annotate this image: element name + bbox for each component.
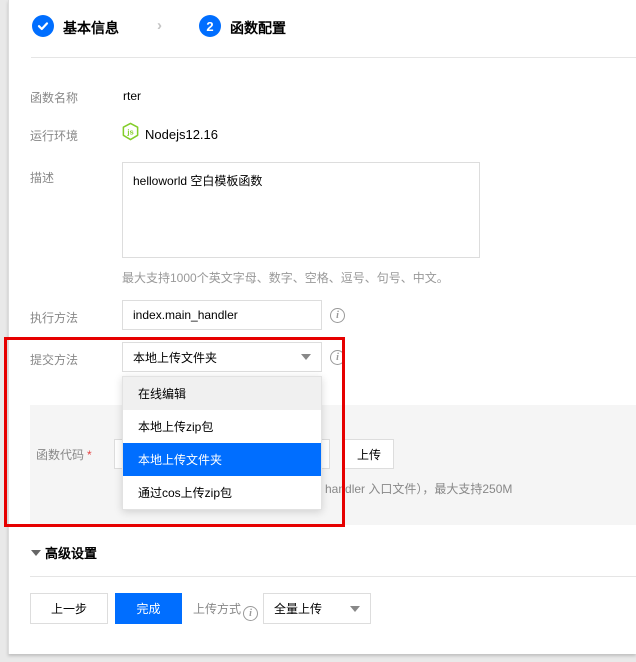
- check-icon: [37, 20, 49, 32]
- submit-method-info-icon[interactable]: i: [330, 350, 345, 365]
- step2-label: 函数配置: [230, 18, 286, 38]
- name-label: 函数名称: [30, 89, 78, 106]
- submit-method-value: 本地上传文件夹: [133, 349, 217, 366]
- upload-mode-value: 全量上传: [274, 600, 322, 617]
- runtime-value: Nodejs12.16: [145, 127, 218, 142]
- code-tip: handler 入口文件），最大支持250M: [325, 480, 512, 497]
- chevron-down-icon: [301, 354, 311, 360]
- description-hint: 最大支持1000个英文字母、数字、空格、逗号、句号、中文。: [122, 269, 449, 286]
- triangle-down-icon: [31, 550, 41, 556]
- step2-circle: 2: [199, 15, 221, 37]
- step1-done-circle: [32, 15, 54, 37]
- header-divider: [31, 57, 636, 58]
- step1-label: 基本信息: [63, 18, 119, 38]
- handler-label: 执行方法: [30, 309, 78, 326]
- upload-mode-label: 上传方式i: [193, 600, 258, 621]
- footer-divider: [30, 576, 636, 577]
- handler-info-icon[interactable]: i: [330, 308, 345, 323]
- upload-mode-label-text: 上传方式: [193, 602, 241, 616]
- dropdown-option-online-edit[interactable]: 在线编辑: [123, 377, 321, 410]
- description-label: 描述: [30, 169, 54, 186]
- content-card: 基本信息 › 2 函数配置: [8, 0, 636, 654]
- runtime-label: 运行环境: [30, 127, 78, 144]
- description-textarea[interactable]: [122, 162, 480, 258]
- submit-method-label: 提交方法: [30, 351, 78, 368]
- advanced-settings-toggle[interactable]: 高级设置: [45, 543, 97, 562]
- submit-method-dropdown: 在线编辑 本地上传zip包 本地上传文件夹 通过cos上传zip包: [122, 376, 322, 510]
- chevron-right-icon: ›: [157, 17, 162, 34]
- upload-button[interactable]: 上传: [344, 439, 394, 469]
- dropdown-option-cos-zip[interactable]: 通过cos上传zip包: [123, 476, 321, 509]
- name-value: rter: [123, 89, 141, 103]
- step2-number: 2: [206, 19, 213, 34]
- dropdown-option-upload-zip[interactable]: 本地上传zip包: [123, 410, 321, 443]
- upload-mode-select[interactable]: 全量上传: [263, 593, 371, 624]
- chevron-down-icon: [350, 606, 360, 612]
- nodejs-icon: js: [121, 122, 140, 146]
- previous-step-button[interactable]: 上一步: [30, 593, 108, 624]
- submit-method-select[interactable]: 本地上传文件夹: [122, 342, 322, 372]
- required-asterisk: *: [87, 448, 92, 462]
- code-label-text: 函数代码: [36, 448, 84, 462]
- svg-text:js: js: [126, 127, 133, 136]
- finish-button[interactable]: 完成: [115, 593, 182, 624]
- code-label: 函数代码*: [36, 446, 92, 463]
- dropdown-option-upload-folder[interactable]: 本地上传文件夹: [123, 443, 321, 476]
- upload-mode-info-icon[interactable]: i: [243, 606, 258, 621]
- handler-input[interactable]: [122, 300, 322, 330]
- function-config-page: 基本信息 › 2 函数配置 函数名称 rter 运行环境 js Nodejs12…: [0, 0, 636, 662]
